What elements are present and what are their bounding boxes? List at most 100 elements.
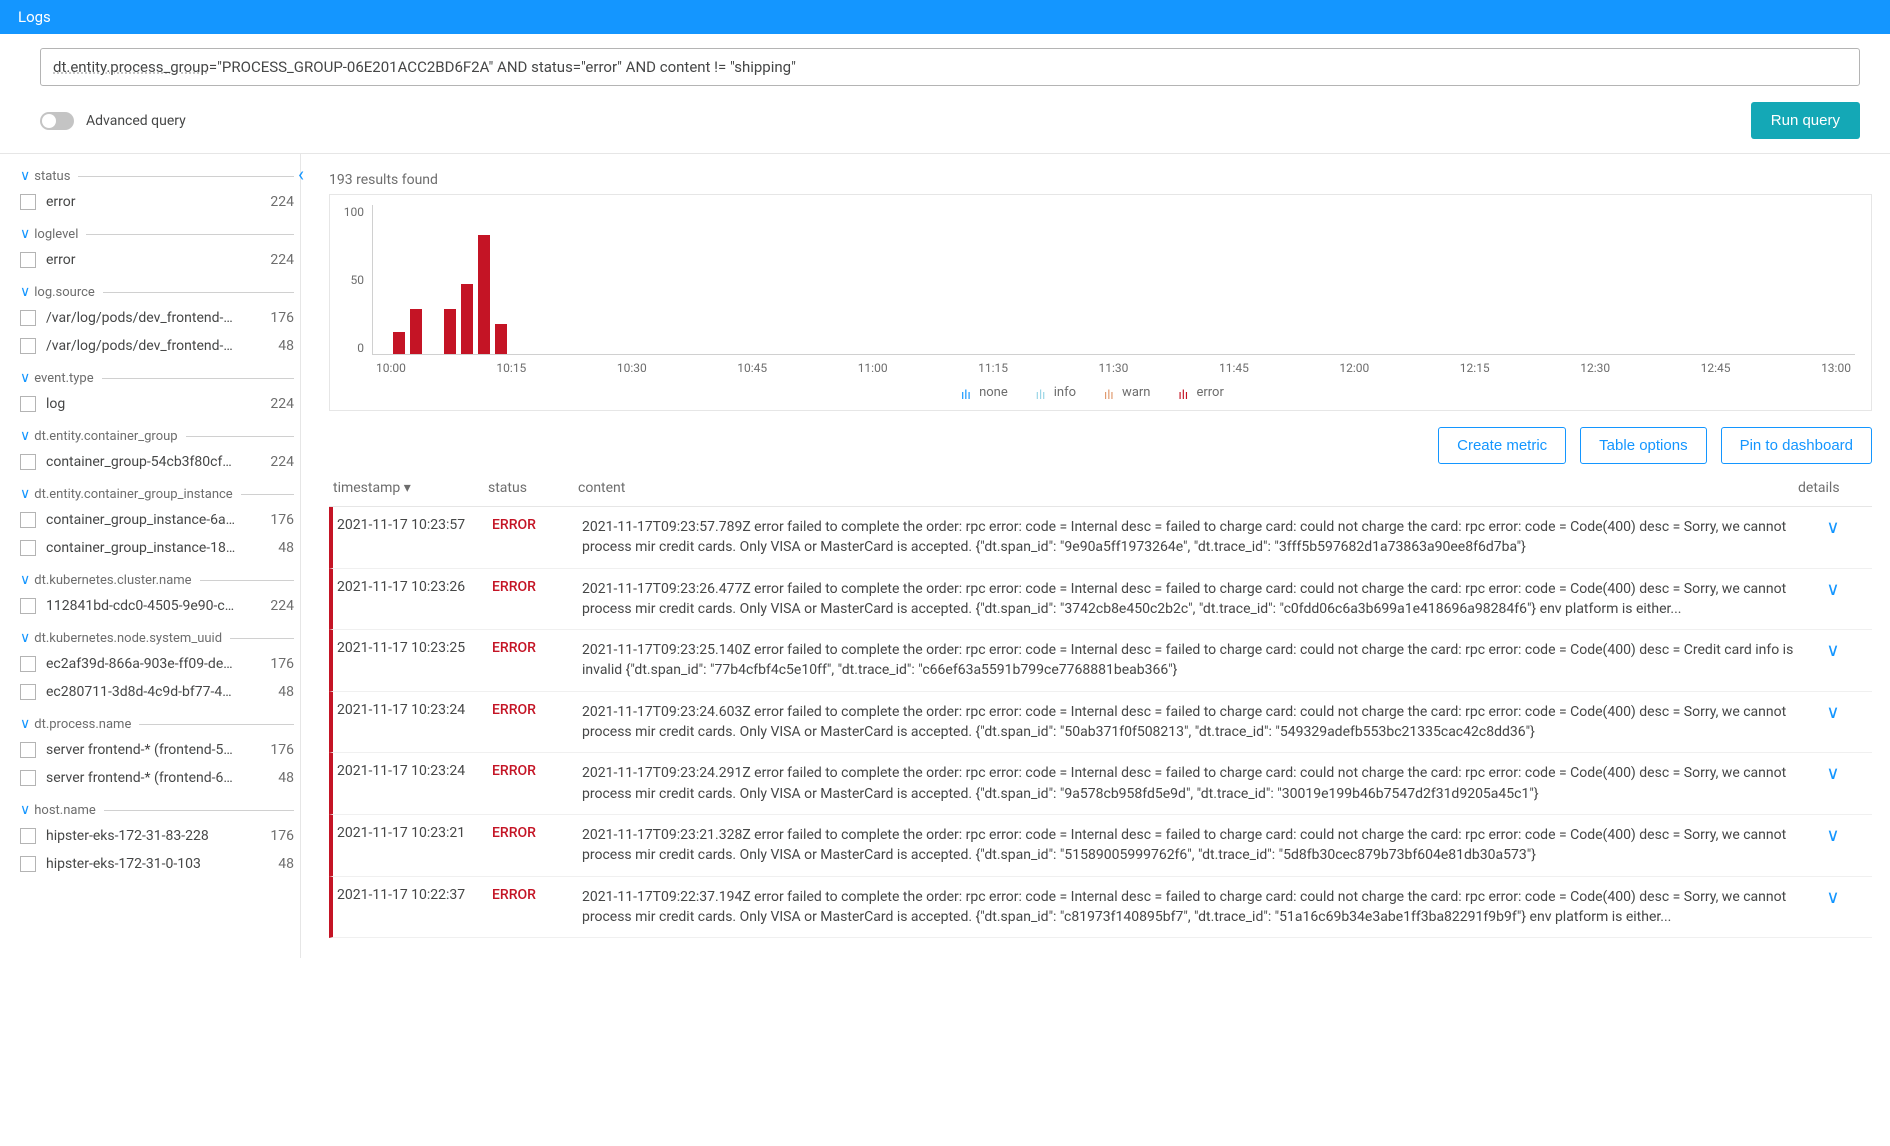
log-row: 2021-11-17 10:23:24ERROR2021-11-17T09:23… bbox=[329, 753, 1872, 815]
col-content[interactable]: content bbox=[578, 480, 1798, 496]
chevron-down-icon: ∨ bbox=[20, 284, 30, 300]
create-metric-button[interactable]: Create metric bbox=[1438, 427, 1566, 464]
facet-item[interactable]: 112841bd-cdc0-4505-9e90-c5a4a57f...224 bbox=[20, 596, 294, 616]
facet-name: dt.process.name bbox=[34, 717, 131, 732]
expand-row-icon[interactable]: ∨ bbox=[1798, 763, 1868, 784]
facet-name: log.source bbox=[34, 285, 95, 300]
facet-item[interactable]: container_group_instance-6a010220...176 bbox=[20, 510, 294, 530]
col-timestamp[interactable]: timestamp ▾ bbox=[333, 480, 488, 496]
facet-header[interactable]: ∨ log.source bbox=[20, 284, 294, 300]
app-header: Logs bbox=[0, 0, 1890, 34]
advanced-query-toggle[interactable] bbox=[40, 112, 74, 130]
facet-header[interactable]: ∨loglevel bbox=[20, 226, 294, 242]
facet-item-count: 176 bbox=[270, 656, 294, 672]
checkbox-icon[interactable] bbox=[20, 310, 36, 326]
facet-item[interactable]: container_group-54cb3f80cf5e3ba1224 bbox=[20, 452, 294, 472]
log-row: 2021-11-17 10:23:24ERROR2021-11-17T09:23… bbox=[329, 692, 1872, 754]
query-input[interactable]: dt.entity.process_group="PROCESS_GROUP-0… bbox=[40, 48, 1860, 86]
collapse-sidebar-icon[interactable]: ‹ bbox=[298, 162, 304, 186]
legend-item[interactable]: ılıinfo bbox=[1036, 385, 1076, 400]
col-details[interactable]: details bbox=[1798, 480, 1868, 496]
cell-timestamp: 2021-11-17 10:23:26 bbox=[337, 579, 492, 595]
facet-header[interactable]: ∨host.name bbox=[20, 802, 294, 818]
checkbox-icon[interactable] bbox=[20, 770, 36, 786]
expand-row-icon[interactable]: ∨ bbox=[1798, 702, 1868, 723]
chart-bar[interactable] bbox=[393, 332, 405, 354]
facet-header[interactable]: ∨dt.kubernetes.node.system_uuid bbox=[20, 630, 294, 646]
facet-item[interactable]: /var/log/pods/dev_frontend-5f9c7d7...176 bbox=[20, 308, 294, 328]
facet-header[interactable]: ∨dt.entity.container_group bbox=[20, 428, 294, 444]
facet-header[interactable]: ∨dt.kubernetes.cluster.name bbox=[20, 572, 294, 588]
facet-header[interactable]: ∨ status bbox=[20, 168, 294, 184]
chart-plot-area[interactable] bbox=[372, 205, 1855, 355]
facet-header[interactable]: ∨dt.entity.container_group_instance bbox=[20, 486, 294, 502]
facet-item[interactable]: hipster-eks-172-31-0-10348 bbox=[20, 854, 294, 874]
facet-item-label: ec280711-3d8d-4c9d-bf77-467797a7d... bbox=[46, 684, 236, 700]
facet-item[interactable]: server frontend-* (frontend-5f9c7d7...17… bbox=[20, 740, 294, 760]
chart-bar[interactable] bbox=[478, 235, 490, 354]
chart-bar[interactable] bbox=[444, 309, 456, 354]
col-status[interactable]: status bbox=[488, 480, 578, 496]
facet-item[interactable]: container_group_instance-1829a1bbc...48 bbox=[20, 538, 294, 558]
checkbox-icon[interactable] bbox=[20, 252, 36, 268]
histogram-chart: 100500 10:0010:1510:3010:4511:0011:1511:… bbox=[329, 194, 1872, 411]
facet-header[interactable]: ∨dt.process.name bbox=[20, 716, 294, 732]
facet-header[interactable]: ∨ event.type bbox=[20, 370, 294, 386]
facet-item[interactable]: ec2af39d-866a-903e-ff09-deaffdd3...176 bbox=[20, 654, 294, 674]
run-query-button[interactable]: Run query bbox=[1751, 102, 1860, 139]
legend-item[interactable]: ılıerror bbox=[1178, 385, 1223, 400]
checkbox-icon[interactable] bbox=[20, 656, 36, 672]
expand-row-icon[interactable]: ∨ bbox=[1798, 640, 1868, 661]
chevron-down-icon: ∨ bbox=[20, 168, 30, 184]
chevron-down-icon: ∨ bbox=[20, 370, 30, 386]
facet-item[interactable]: /var/log/pods/dev_frontend-6c4dd47...48 bbox=[20, 336, 294, 356]
facet-name: status bbox=[34, 169, 70, 184]
facet-item[interactable]: ec280711-3d8d-4c9d-bf77-467797a7d...48 bbox=[20, 682, 294, 702]
checkbox-icon[interactable] bbox=[20, 396, 36, 412]
facet-item-count: 176 bbox=[270, 310, 294, 326]
chevron-down-icon: ∨ bbox=[20, 226, 30, 242]
legend-swatch-icon: ılı bbox=[1178, 388, 1190, 398]
facet-item[interactable]: server frontend-* (frontend-6c4dd4...48 bbox=[20, 768, 294, 788]
checkbox-icon[interactable] bbox=[20, 684, 36, 700]
checkbox-icon[interactable] bbox=[20, 856, 36, 872]
facets-sidebar: ‹ ∨statuserror224∨loglevelerror224∨log.s… bbox=[0, 154, 300, 958]
checkbox-icon[interactable] bbox=[20, 828, 36, 844]
expand-row-icon[interactable]: ∨ bbox=[1798, 825, 1868, 846]
checkbox-icon[interactable] bbox=[20, 512, 36, 528]
expand-row-icon[interactable]: ∨ bbox=[1798, 517, 1868, 538]
legend-item[interactable]: ılıwarn bbox=[1104, 385, 1150, 400]
facet-item-count: 224 bbox=[270, 396, 294, 412]
checkbox-icon[interactable] bbox=[20, 194, 36, 210]
facet-name: event.type bbox=[34, 371, 93, 386]
x-tick: 13:00 bbox=[1821, 361, 1851, 375]
chart-bar[interactable] bbox=[495, 324, 507, 354]
chart-bar[interactable] bbox=[410, 309, 422, 354]
table-header-row: timestamp ▾ status content details bbox=[329, 474, 1872, 507]
checkbox-icon[interactable] bbox=[20, 742, 36, 758]
x-tick: 11:00 bbox=[858, 361, 888, 375]
cell-content: 2021-11-17T09:23:57.789Z error failed to… bbox=[582, 517, 1798, 558]
checkbox-icon[interactable] bbox=[20, 454, 36, 470]
facet-name: dt.entity.container_group bbox=[34, 429, 177, 444]
cell-status: ERROR bbox=[492, 579, 582, 595]
pin-dashboard-button[interactable]: Pin to dashboard bbox=[1721, 427, 1872, 464]
expand-row-icon[interactable]: ∨ bbox=[1798, 579, 1868, 600]
facet-item-count: 176 bbox=[270, 512, 294, 528]
expand-row-icon[interactable]: ∨ bbox=[1798, 887, 1868, 908]
facet-item[interactable]: log224 bbox=[20, 394, 294, 414]
results-summary: 193 results found bbox=[329, 172, 1872, 188]
chart-bar[interactable] bbox=[461, 284, 473, 354]
facet-item-count: 48 bbox=[278, 540, 294, 556]
facet-item-count: 48 bbox=[278, 770, 294, 786]
x-tick: 11:15 bbox=[978, 361, 1008, 375]
x-tick: 12:45 bbox=[1701, 361, 1731, 375]
legend-item[interactable]: ılınone bbox=[961, 385, 1008, 400]
checkbox-icon[interactable] bbox=[20, 598, 36, 614]
checkbox-icon[interactable] bbox=[20, 540, 36, 556]
table-options-button[interactable]: Table options bbox=[1580, 427, 1706, 464]
facet-item[interactable]: error224 bbox=[20, 250, 294, 270]
facet-item[interactable]: error224 bbox=[20, 192, 294, 212]
checkbox-icon[interactable] bbox=[20, 338, 36, 354]
facet-item[interactable]: hipster-eks-172-31-83-228176 bbox=[20, 826, 294, 846]
